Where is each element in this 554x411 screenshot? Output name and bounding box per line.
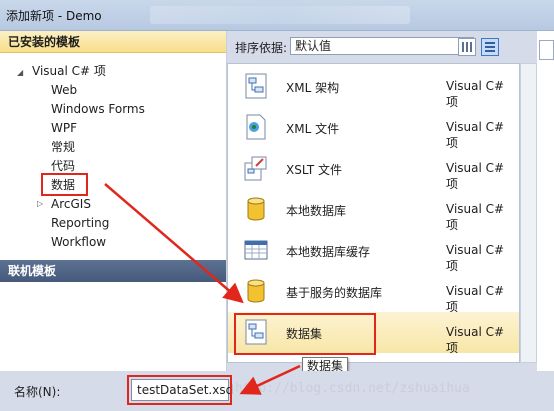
arrow-to-dataset-template	[104, 183, 244, 304]
annotation-arrows	[104, 183, 301, 395]
arrow-to-name-input	[239, 364, 301, 395]
